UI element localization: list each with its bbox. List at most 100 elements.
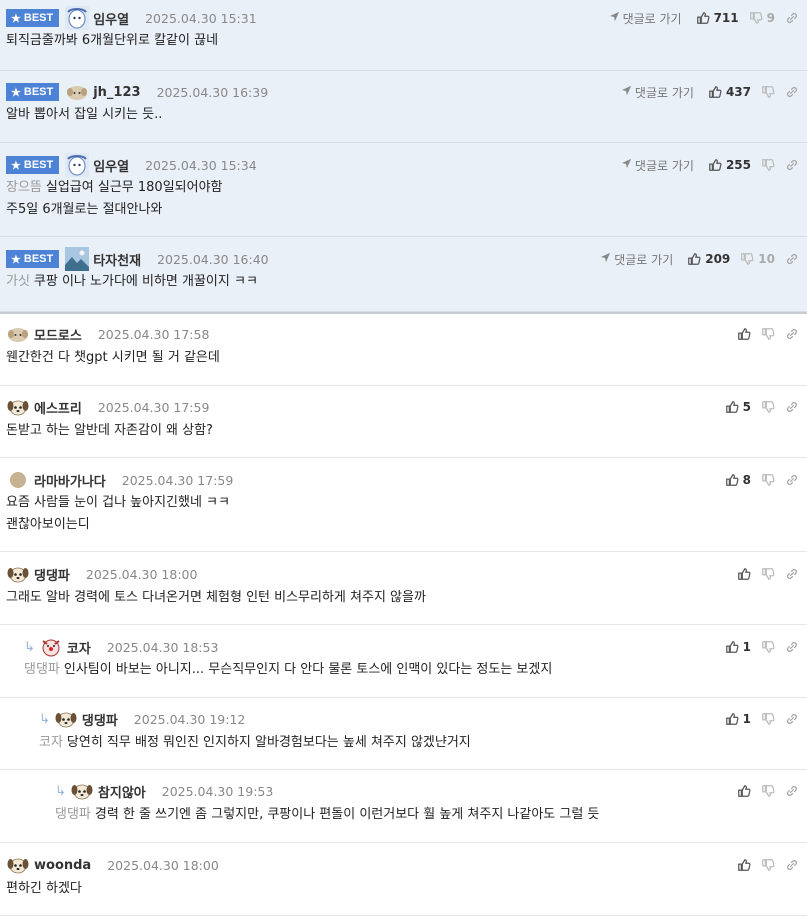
nickname[interactable]: 타자천재 <box>93 250 141 269</box>
send-icon <box>609 11 623 25</box>
goto-comment-link[interactable]: 댓글로 가기 <box>600 251 673 268</box>
nickname[interactable]: 댕댕파 <box>82 710 118 729</box>
comment-body: 댕댕파 경력 한 줄 쓰기엔 좀 그렇지만, 쿠팡이나 편돌이 이런거보다 훨 높… <box>55 804 599 826</box>
like-button[interactable]: 255 <box>708 158 751 172</box>
nickname[interactable]: 라마바가나다 <box>34 471 106 490</box>
comment-date: 2025.04.30 16:40 <box>157 251 269 267</box>
thumbs-down-icon <box>761 567 775 581</box>
goto-comment-link[interactable]: 댓글로 가기 <box>621 84 694 101</box>
nickname[interactable]: 코자 <box>67 638 91 657</box>
star-icon: ★ <box>11 159 21 172</box>
link-icon <box>785 858 799 872</box>
nickname[interactable]: 댕댕파 <box>34 565 70 584</box>
nickname[interactable]: 임우열 <box>93 9 129 28</box>
goto-comment-link[interactable]: 댓글로 가기 <box>621 157 694 174</box>
comment-text: 편하긴 하겠다 <box>6 881 82 896</box>
share-link-button[interactable] <box>785 473 799 487</box>
share-link-button[interactable] <box>785 158 799 172</box>
dislike-button[interactable] <box>761 327 775 341</box>
avatar[interactable] <box>65 6 90 30</box>
share-link-button[interactable] <box>785 400 799 414</box>
like-button[interactable]: 1 <box>725 640 751 654</box>
thumbs-down-icon <box>740 252 754 266</box>
dislike-button[interactable] <box>761 473 775 487</box>
avatar[interactable] <box>65 80 89 104</box>
dislike-count: 9 <box>766 11 775 25</box>
best-badge: ★ BEST <box>6 250 60 268</box>
thumbs-down-icon <box>761 858 775 872</box>
like-button[interactable]: 711 <box>696 11 739 25</box>
mention-name[interactable]: 댕댕파 <box>24 662 60 677</box>
reply-arrow-icon: ↳ <box>55 783 66 799</box>
reply-comment: ↳ 댕댕파 2025.04.30 19:12 1 코자 당연히 직무 배정 뭐인진 인지하… <box>0 698 807 770</box>
share-link-button[interactable] <box>785 712 799 726</box>
share-link-button[interactable] <box>785 252 799 266</box>
comment-text: 당연히 직무 배정 뭐인진 인지하지 알바경험보다는 높세 쳐주지 않겠냔거지 <box>66 735 471 750</box>
like-button[interactable] <box>737 327 751 341</box>
mention-name[interactable]: 가싯 <box>6 274 30 289</box>
avatar[interactable] <box>70 779 94 803</box>
mention-name[interactable]: 장으뜸 <box>6 180 42 195</box>
thumbs-up-icon <box>725 473 739 487</box>
dislike-button[interactable]: 10 <box>740 252 775 266</box>
share-link-button[interactable] <box>785 85 799 99</box>
reply-arrow-icon: ↳ <box>24 639 35 655</box>
link-icon <box>785 85 799 99</box>
nickname[interactable]: 참지않아 <box>98 782 146 801</box>
dislike-button[interactable] <box>761 158 775 172</box>
goto-comment-link[interactable]: 댓글로 가기 <box>609 10 682 27</box>
star-icon: ★ <box>11 12 21 25</box>
avatar[interactable] <box>6 468 30 492</box>
avatar[interactable] <box>6 853 30 877</box>
like-button[interactable]: 5 <box>725 400 751 414</box>
share-link-button[interactable] <box>785 858 799 872</box>
like-count: 1 <box>742 640 751 654</box>
like-button[interactable]: 1 <box>725 712 751 726</box>
like-button[interactable]: 209 <box>687 252 730 266</box>
link-icon <box>785 252 799 266</box>
thumbs-up-icon <box>708 85 722 99</box>
avatar[interactable] <box>38 635 63 659</box>
goto-comment-label: 댓글로 가기 <box>622 11 682 26</box>
dislike-button[interactable] <box>761 567 775 581</box>
like-button[interactable]: 437 <box>708 85 751 99</box>
dislike-button[interactable] <box>761 712 775 726</box>
dislike-button[interactable]: 9 <box>749 11 775 25</box>
like-button[interactable] <box>737 784 751 798</box>
like-button[interactable] <box>737 567 751 581</box>
thumbs-down-icon <box>761 640 775 654</box>
share-link-button[interactable] <box>785 640 799 654</box>
dislike-button[interactable] <box>761 400 775 414</box>
avatar[interactable] <box>6 322 30 346</box>
avatar[interactable] <box>54 707 78 731</box>
mention-name[interactable]: 코자 <box>39 735 63 750</box>
share-link-button[interactable] <box>785 11 799 25</box>
like-button[interactable]: 8 <box>725 473 751 487</box>
comment-body: 웬간한건 다 챗gpt 시키면 될 거 같은데 <box>6 347 220 369</box>
share-link-button[interactable] <box>785 327 799 341</box>
dislike-button[interactable] <box>761 85 775 99</box>
thumbs-up-icon <box>725 640 739 654</box>
best-badge: ★ BEST <box>6 9 60 27</box>
share-link-button[interactable] <box>785 567 799 581</box>
like-button[interactable] <box>737 858 751 872</box>
avatar[interactable] <box>6 395 30 419</box>
dislike-button[interactable] <box>761 858 775 872</box>
share-link-button[interactable] <box>785 784 799 798</box>
link-icon <box>785 473 799 487</box>
nickname[interactable]: 에스프리 <box>34 398 82 417</box>
avatar[interactable] <box>65 153 90 177</box>
dislike-button[interactable] <box>761 784 775 798</box>
send-icon <box>600 252 614 266</box>
avatar[interactable] <box>65 247 90 271</box>
mention-name[interactable]: 댕댕파 <box>55 807 91 822</box>
nickname[interactable]: woonda <box>34 858 91 873</box>
comment-text: 경력 한 줄 쓰기엔 좀 그렇지만, 쿠팡이나 편돌이 이런거보다 훨 높게 쳐… <box>94 807 600 822</box>
dislike-button[interactable] <box>761 640 775 654</box>
avatar[interactable] <box>6 562 30 586</box>
nickname[interactable]: 임우열 <box>93 156 129 175</box>
nickname[interactable]: 모드로스 <box>34 325 82 344</box>
comment: 라마바가나다 2025.04.30 17:59 8 요즘 사람들 눈이 겁나 높아지긴… <box>0 458 807 552</box>
reply-arrow-icon: ↳ <box>39 711 50 727</box>
nickname[interactable]: jh_123 <box>93 85 140 100</box>
